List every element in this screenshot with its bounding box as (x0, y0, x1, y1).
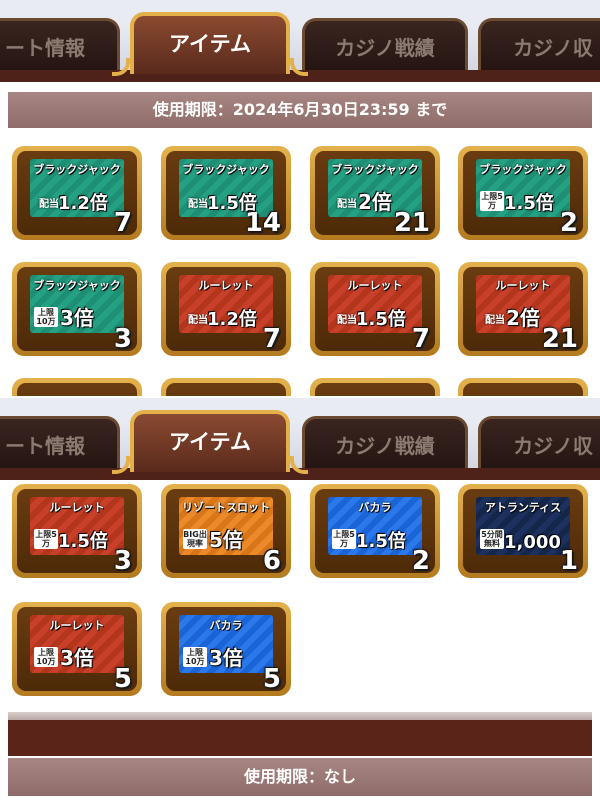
item-slot[interactable]: バカラ上限5万 1.5倍 2 (310, 484, 440, 578)
item-count: 5 (262, 664, 281, 694)
item-condition: 上限5万 (480, 191, 504, 211)
item-condition: 上限10万 (183, 647, 207, 667)
item-ticket-card: ルーレット上限5万 1.5倍 (30, 497, 124, 555)
item-title: ルーレット (198, 279, 254, 292)
item-ticket-card: バカラ上限10万 3倍 (179, 615, 273, 673)
footer-strip (8, 720, 592, 756)
item-count: 1 (559, 546, 578, 576)
item-count: 6 (262, 546, 281, 576)
item-slot[interactable]: ルーレット 上限10万 3倍 5 (12, 602, 142, 696)
item-multiplier: 3倍 (209, 646, 243, 670)
tab-items[interactable]: アイテム (112, 12, 308, 76)
item-ticket-card: ルーレット 配当 1.5倍 (328, 275, 422, 333)
tab-resort-info[interactable]: ート情報 (0, 416, 120, 470)
tab-bar: ート情報 アイテム カジノ戦績 カジノ収 (0, 0, 600, 82)
item-title: ブラックジャック (33, 163, 121, 176)
item-title: ブラックジャック (33, 279, 121, 292)
expiry-banner: 使用期限：2024年6月30日23:59 まで (8, 92, 592, 128)
item-condition: BIG出現率 (183, 529, 207, 549)
item-ticket-card: アトランティス 5分間無料 1,000 (476, 497, 570, 555)
item-slot[interactable]: ブラックジャック上限5万 1.5倍 2 (458, 146, 588, 240)
item-count: 3 (113, 546, 132, 576)
item-slot[interactable]: ブラックジャック 配当 2倍 21 (310, 146, 440, 240)
item-multiplier: 1.2倍 (58, 193, 108, 214)
item-ticket-card: バカラ上限5万 1.5倍 (328, 497, 422, 555)
tab-casino-income[interactable]: カジノ収 (478, 416, 600, 470)
item-count: 7 (262, 324, 281, 354)
item-ticket-card: ルーレット上限10万 3倍 (30, 615, 124, 673)
tab-casino-record[interactable]: カジノ戦績 (302, 18, 468, 72)
item-condition: 上限10万 (34, 647, 58, 667)
item-title: ルーレット (347, 279, 403, 292)
item-multiplier: 1.5倍 (356, 309, 406, 330)
footer-edge (8, 712, 592, 720)
item-slot[interactable]: ブラックジャック 配当 1.5倍 14 (161, 146, 291, 240)
expiry-banner: 使用期限：なし (8, 758, 592, 796)
item-ticket-card: リゾートスロット BIG出現率 5倍 (179, 497, 273, 555)
item-condition: 上限5万 (34, 529, 58, 549)
item-panel-top: ート情報 アイテム カジノ戦績 カジノ収 使用期限：2024年6月30日23:5… (0, 0, 600, 398)
item-count: 21 (541, 324, 578, 354)
item-ticket-card: ブラックジャック上限10万 3倍 (30, 275, 124, 333)
item-multiplier: 2倍 (358, 190, 392, 214)
item-title: ブラックジャック (479, 163, 567, 176)
item-slot[interactable]: ルーレット 配当 1.5倍 7 (310, 262, 440, 356)
item-title: バカラ (358, 501, 392, 514)
item-slot[interactable]: ルーレット 配当 2倍 21 (458, 262, 588, 356)
tab-casino-income[interactable]: カジノ収 (478, 18, 600, 72)
item-multiplier: 1.5倍 (58, 531, 108, 552)
item-slot-partial[interactable] (161, 378, 291, 398)
item-slot[interactable]: ブラックジャック 上限10万 3倍 3 (12, 262, 142, 356)
tab-items[interactable]: アイテム (112, 410, 308, 474)
item-title: リゾートスロット (182, 501, 270, 514)
item-slot[interactable]: ルーレット上限5万 1.5倍 3 (12, 484, 142, 578)
item-title: ブラックジャック (331, 163, 419, 176)
tab-resort-info[interactable]: ート情報 (0, 18, 120, 72)
item-count: 2 (411, 546, 430, 576)
item-count: 5 (113, 664, 132, 694)
item-title: アトランティス (484, 501, 562, 514)
item-title: ルーレット (495, 279, 551, 292)
item-multiplier: 1,000 (504, 532, 561, 553)
item-count: 14 (244, 208, 281, 238)
item-slot-partial[interactable] (458, 378, 588, 398)
item-slot[interactable]: リゾートスロット BIG出現率 5倍 6 (161, 484, 291, 578)
item-title: ブラックジャック (182, 163, 270, 176)
item-multiplier: 2倍 (506, 306, 540, 330)
item-title: ルーレット (49, 619, 105, 632)
item-slot[interactable]: バカラ 上限10万 3倍 5 (161, 602, 291, 696)
item-multiplier: 1.5倍 (356, 531, 406, 552)
item-multiplier: 5倍 (209, 528, 243, 552)
item-title: バカラ (209, 619, 243, 632)
item-condition: 上限10万 (34, 307, 58, 327)
item-panel-bottom: ート情報 アイテム カジノ戦績 カジノ収 ルーレット 上限5万 1.5倍 3 リゾートス… (0, 398, 600, 800)
item-slot[interactable]: アトランティス 5分間無料 1,000 1 (458, 484, 588, 578)
item-count: 2 (559, 208, 578, 238)
item-slot[interactable]: ブラックジャック 配当 1.2倍 7 (12, 146, 142, 240)
item-slot[interactable]: ルーレット 配当 1.2倍 7 (161, 262, 291, 356)
item-ticket-card: ブラックジャック 配当 1.2倍 (30, 159, 124, 217)
tab-bar: ート情報 アイテム カジノ戦績 カジノ収 (0, 398, 600, 480)
item-ticket-card: ブラックジャック上限5万 1.5倍 (476, 159, 570, 217)
item-count: 7 (113, 208, 132, 238)
item-multiplier: 3倍 (60, 646, 94, 670)
item-count: 21 (393, 208, 430, 238)
item-slot-partial[interactable] (310, 378, 440, 398)
tab-casino-record[interactable]: カジノ戦績 (302, 416, 468, 470)
item-multiplier: 1.5倍 (504, 193, 554, 214)
item-title: ルーレット (49, 501, 105, 514)
item-ticket-card: ルーレット 配当 1.2倍 (179, 275, 273, 333)
item-multiplier: 1.2倍 (207, 309, 257, 330)
item-condition: 上限5万 (332, 529, 356, 549)
item-multiplier: 3倍 (60, 306, 94, 330)
item-condition: 5分間無料 (480, 529, 504, 549)
item-slot-partial[interactable] (12, 378, 142, 398)
item-count: 7 (411, 324, 430, 354)
item-count: 3 (113, 324, 132, 354)
